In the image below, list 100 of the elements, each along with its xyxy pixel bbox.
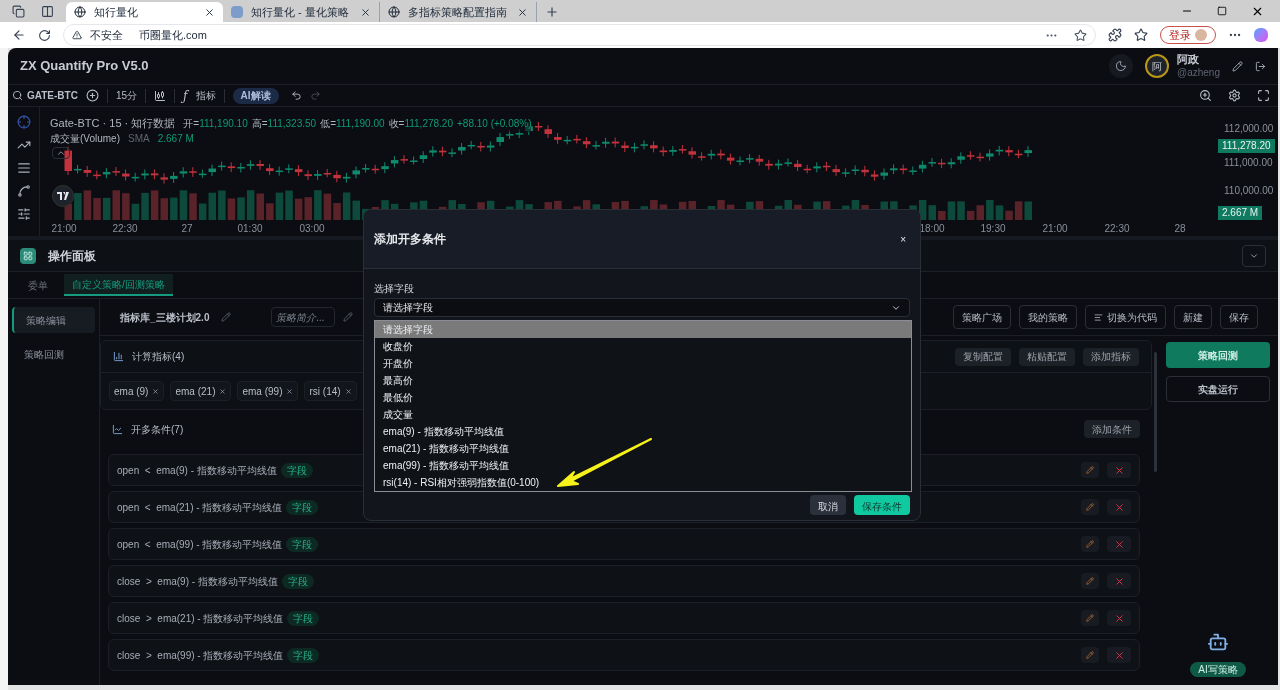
new-tab-icon[interactable] <box>545 5 559 19</box>
favorite-icon[interactable] <box>1074 28 1087 42</box>
tab-panel-icon[interactable] <box>41 4 54 18</box>
lines-icon[interactable] <box>16 161 31 175</box>
toolbar-button[interactable]: 新建 <box>1174 305 1212 329</box>
reload-icon[interactable] <box>38 28 51 42</box>
section-button[interactable]: 粘贴配置 <box>1019 347 1075 366</box>
toolbar-button[interactable]: 策略广场 <box>953 305 1011 329</box>
address-bar[interactable]: 不安全 币圈量化.com <box>63 24 1096 46</box>
workspaces-icon[interactable] <box>12 4 25 18</box>
remove-icon[interactable] <box>219 387 227 395</box>
user-name: 阿政 <box>1177 52 1201 67</box>
delete-button[interactable] <box>1107 499 1131 515</box>
pencil-icon <box>1086 540 1094 548</box>
logout-icon[interactable] <box>1255 60 1266 72</box>
undo-icon[interactable] <box>290 90 302 101</box>
indicators-label[interactable]: 指标 <box>195 88 216 103</box>
favorites-icon[interactable] <box>1134 28 1148 42</box>
zoom-icon[interactable] <box>1199 89 1212 102</box>
dropdown-option[interactable]: 请选择字段 <box>375 321 911 338</box>
restore-icon[interactable] <box>1217 6 1227 16</box>
edit-icon[interactable] <box>1232 60 1243 72</box>
remove-icon[interactable] <box>344 387 352 395</box>
delete-button[interactable] <box>1107 647 1131 663</box>
remove-icon[interactable] <box>152 387 160 395</box>
toolbar-button[interactable]: 我的策略 <box>1019 305 1077 329</box>
pencil-icon <box>1086 577 1094 585</box>
settings-icon[interactable] <box>1228 89 1241 102</box>
description-field[interactable]: 策略简介... <box>271 307 336 327</box>
browser-tab[interactable]: 知行量化 <box>66 2 223 22</box>
dropdown-option[interactable]: ema(21) - 指数移动平均线值 <box>375 440 911 457</box>
section-button[interactable]: 复制配置 <box>955 347 1011 366</box>
save-condition-button[interactable]: 保存条件 <box>854 495 910 515</box>
extensions-icon[interactable] <box>1108 28 1122 42</box>
fullscreen-icon[interactable] <box>1257 89 1270 102</box>
condition-text: open < ema(9) - 指数移动平均线值 <box>117 463 277 478</box>
toolbar-button[interactable]: 切换为代码 <box>1085 305 1166 329</box>
user-avatar: 阿 <box>1145 54 1170 78</box>
nav-item[interactable]: 策略回测 <box>12 341 95 367</box>
pattern-icon[interactable] <box>16 184 31 198</box>
field-select[interactable]: 请选择字段 <box>374 298 910 317</box>
close-icon[interactable] <box>517 6 528 18</box>
remove-icon[interactable] <box>286 387 294 395</box>
backtest-button[interactable]: 策略回测 <box>1166 342 1270 368</box>
candle-icon[interactable] <box>154 89 167 102</box>
collapse-button[interactable] <box>52 147 70 159</box>
ai-button[interactable]: AI解读 <box>232 87 279 104</box>
delete-icon <box>1113 464 1125 476</box>
dropdown-option[interactable]: 最高价 <box>375 372 911 389</box>
change-value: +88.10 (+0.08%) <box>457 117 532 131</box>
close-button[interactable]: × <box>896 231 910 247</box>
cancel-button[interactable]: 取消 <box>810 495 846 515</box>
ohlc-value: 111,278.20 <box>404 118 453 129</box>
delete-button[interactable] <box>1107 610 1131 626</box>
theme-toggle[interactable] <box>1109 54 1134 78</box>
field-tag: 字段 <box>286 536 319 552</box>
user-handle: @azheng <box>1177 66 1220 80</box>
panel-tab[interactable]: 委单 <box>20 274 56 296</box>
delete-button[interactable] <box>1107 536 1131 552</box>
field-tag: 字段 <box>287 647 320 663</box>
panel-title: 操作面板 <box>48 247 96 265</box>
ohlc-value: 111,323.50 <box>267 118 317 129</box>
pencil-icon <box>1086 466 1094 474</box>
dropdown-option[interactable]: ema(99) - 指数移动平均线值 <box>375 457 911 474</box>
field-tag: 字段 <box>287 610 320 626</box>
panel-tab[interactable]: 自定义策略/回测策略 <box>64 274 173 296</box>
time-tick: 22:30 <box>1104 222 1130 236</box>
symbol-label[interactable]: GATE-BTC <box>27 88 78 103</box>
price-tick: 111,000.00 <box>1224 156 1273 170</box>
field-tag: 字段 <box>281 573 314 589</box>
back-icon[interactable] <box>12 28 26 42</box>
ai-badge[interactable]: AI写策略 <box>1190 662 1246 677</box>
field-tag: 字段 <box>280 462 313 478</box>
dropdown-option[interactable]: 收盘价 <box>375 338 911 355</box>
section-button[interactable]: 添加指标 <box>1083 347 1139 366</box>
crosshair-icon[interactable] <box>16 115 31 129</box>
panel-icon <box>20 247 36 264</box>
add-symbol-icon[interactable] <box>85 89 99 102</box>
interval-label[interactable]: 15分 <box>115 88 138 103</box>
toolbar-button[interactable]: 保存 <box>1220 305 1258 329</box>
condition-text: open < ema(21) - 指数移动平均线值 <box>117 500 283 515</box>
delete-button[interactable] <box>1107 462 1131 478</box>
dropdown-option[interactable]: 最低价 <box>375 389 911 406</box>
measure-icon[interactable] <box>16 207 31 221</box>
scrollbar-thumb[interactable] <box>1153 352 1157 472</box>
live-run-button[interactable]: 实盘运行 <box>1166 376 1270 402</box>
delete-button[interactable] <box>1107 573 1131 589</box>
ohlc-value: 111,190.00 <box>336 118 385 129</box>
dropdown-option[interactable]: 开盘价 <box>375 355 911 372</box>
close-icon[interactable] <box>360 6 371 18</box>
globe-icon <box>74 6 86 18</box>
close-icon[interactable] <box>204 6 215 18</box>
dropdown-option[interactable]: ema(9) - 指数移动平均线值 <box>375 423 911 440</box>
chart-title: Gate-BTC · 15 · 知行数据 <box>50 116 176 131</box>
copilot-icon[interactable] <box>1254 28 1268 42</box>
nav-item[interactable]: 策略编辑 <box>12 307 95 333</box>
dropdown-option[interactable]: 成交量 <box>375 406 911 423</box>
dropdown-option[interactable]: rsi(14) - RSI相对强弱指数值(0-100) <box>375 474 911 491</box>
field-label: 选择字段 <box>374 282 415 296</box>
add-condition-button[interactable]: 添加条件 <box>1084 420 1140 438</box>
